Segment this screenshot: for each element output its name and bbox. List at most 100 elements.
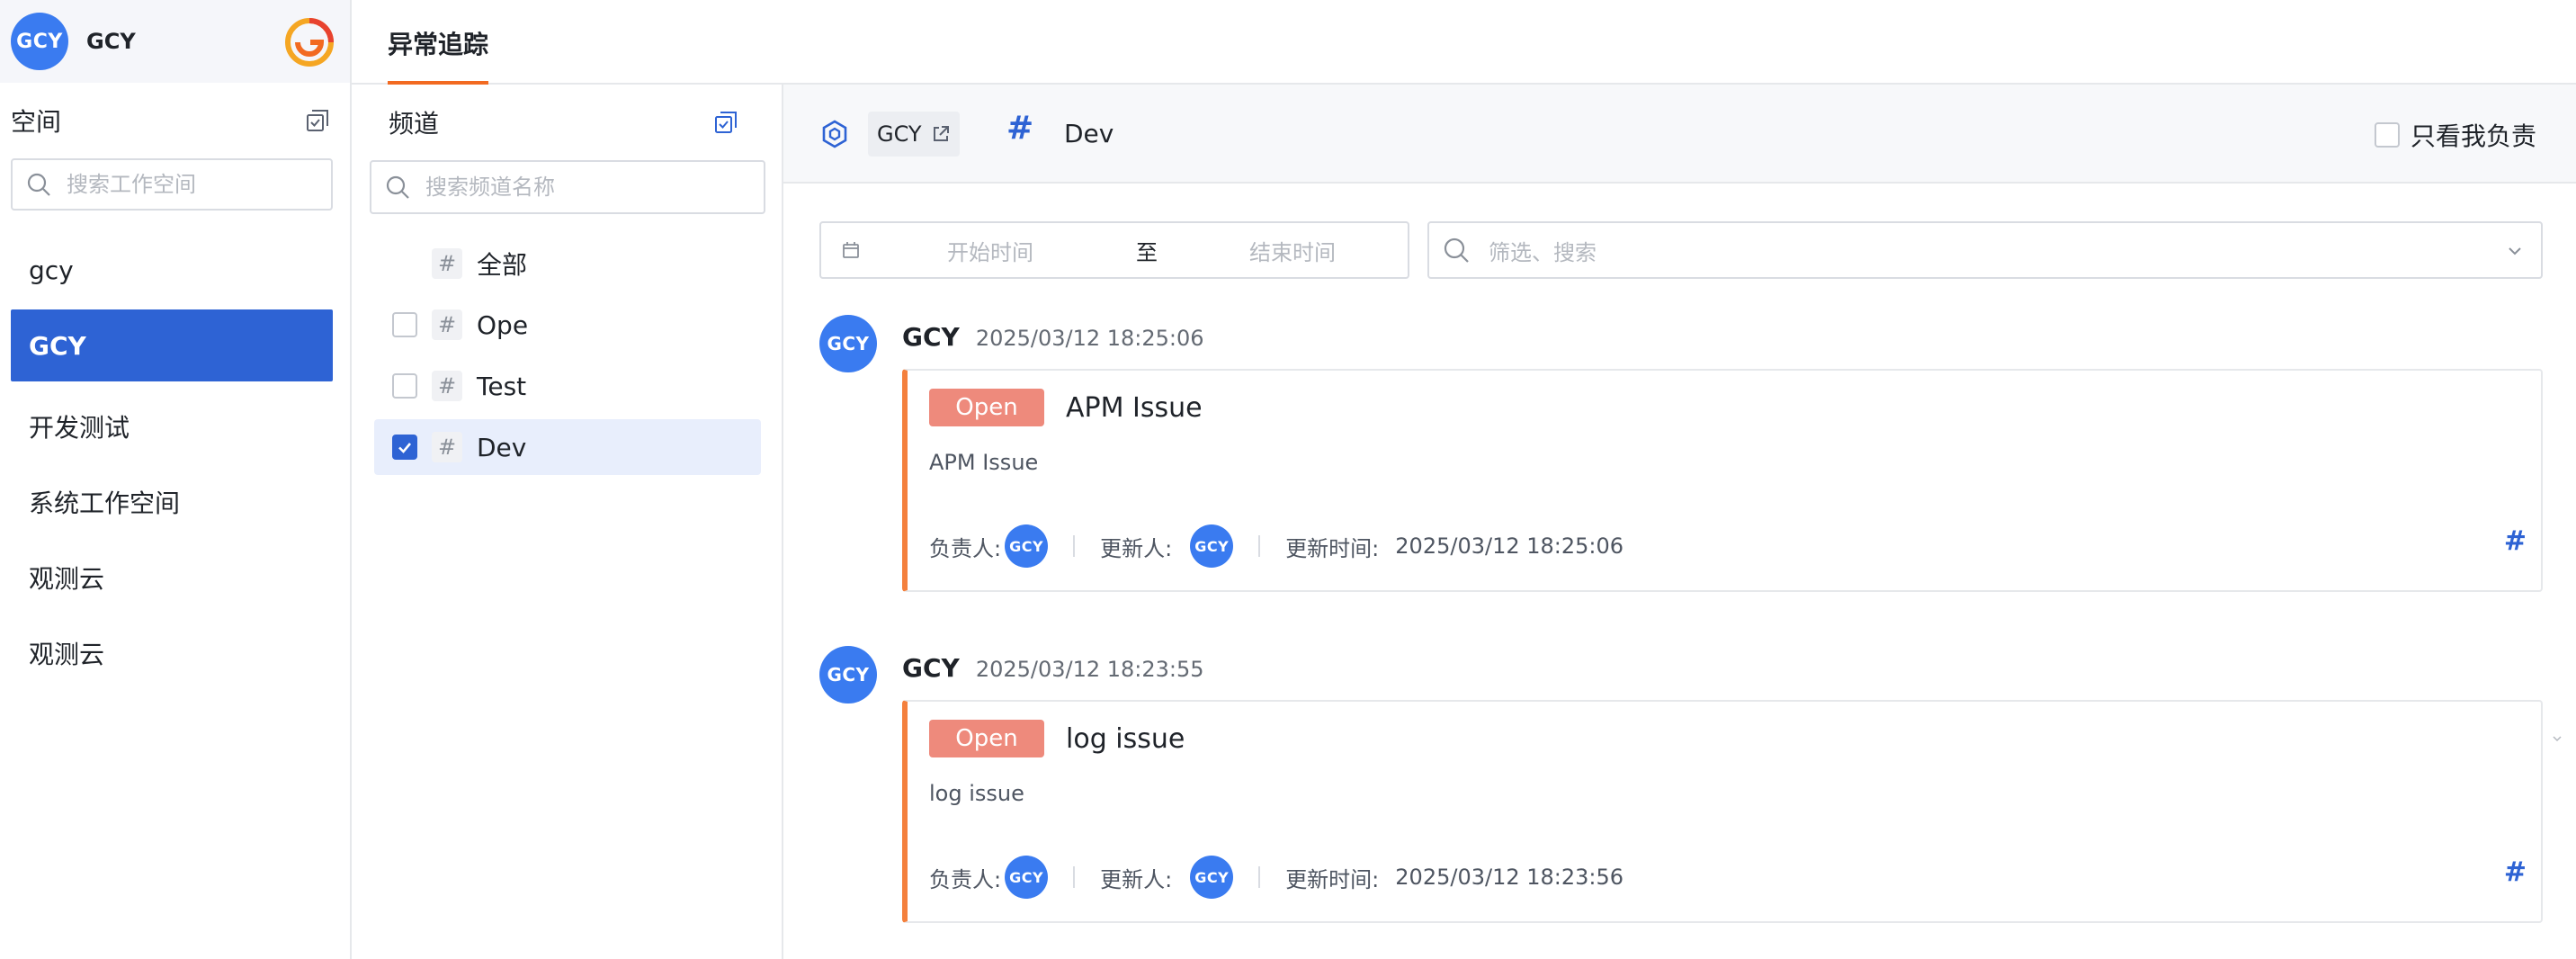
hash-icon: # [432,248,462,279]
space-section-header: 空间 [11,101,331,140]
workspace-link-chip[interactable]: GCY [868,112,960,157]
user-bar: GCY GCY [0,0,350,83]
channel-label: Test [477,371,527,401]
workspace-item[interactable]: 开发测试 [11,390,333,462]
issue-time: 2025/03/12 18:23:55 [975,657,1204,682]
channel-panel: 频道 # 全部 # Ope [352,85,783,959]
multi-select-icon[interactable] [712,109,739,136]
only-mine-toggle[interactable]: 只看我负责 [2374,117,2536,153]
issue-main-area: GCY # Dev 只看我负责 开始时间 至 结束时间 筛选、搜索 GCY GC… [783,85,2576,959]
filter-search-input[interactable]: 筛选、搜索 [1489,235,1597,266]
hash-icon: # [432,309,462,340]
channel-item-test[interactable]: # Test [374,358,761,414]
issue-card[interactable]: Open APM Issue APM Issue 负责人: GCY 更新人: G… [902,369,2543,592]
updated-time-value: 2025/03/12 18:25:06 [1395,533,1624,559]
author-avatar[interactable]: GCY [819,646,877,704]
app-root: GCY GCY 空间 gcy GCY [0,0,2576,959]
updater-avatar[interactable]: GCY [1190,524,1234,568]
workspace-search-box [11,158,333,211]
assignee-label: 负责人: [929,535,1002,561]
issue-description: APM Issue [929,450,1039,475]
search-icon [1444,238,1469,263]
channel-search-input[interactable] [425,175,764,200]
channel-label: 全部 [477,250,528,280]
check-icon [398,443,411,453]
updated-time-value: 2025/03/12 18:23:56 [1395,865,1624,890]
footer-divider [1258,535,1261,557]
date-end-input[interactable]: 结束时间 [1249,235,1336,266]
search-icon [27,173,50,196]
multi-select-icon[interactable] [304,107,331,134]
workspace-list: gcy GCY 开发测试 系统工作空间 观测云 观测云 [11,234,333,693]
issue-time: 2025/03/12 18:25:06 [975,326,1204,351]
search-icon [386,175,409,199]
channel-checkbox-checked[interactable] [392,435,417,460]
channel-hash-icon[interactable]: # [2504,856,2527,888]
space-section-title: 空间 [11,107,62,137]
issue-meta: GCY 2025/03/12 18:25:06 [902,322,1204,352]
channel-label: Ope [477,309,529,340]
user-avatar[interactable]: GCY [11,13,68,70]
only-mine-label: 只看我负责 [2410,121,2536,151]
workspace-chip-label: GCY [877,121,922,147]
author-avatar[interactable]: GCY [819,315,877,372]
channel-list: # 全部 # Ope # Test # Dev [374,236,761,480]
only-mine-checkbox[interactable] [2374,122,2400,148]
status-badge: Open [929,720,1044,757]
issue-author: GCY [902,322,960,352]
assignee-avatar[interactable]: GCY [1005,524,1049,568]
date-start-input[interactable]: 开始时间 [947,235,1109,266]
scroll-down-icon[interactable] [2551,732,2563,745]
channel-section-header: 频道 [389,103,739,142]
hash-icon: # [432,371,462,401]
channel-hash-icon[interactable]: # [2504,525,2527,557]
main-header: GCY # Dev 只看我负责 [783,85,2576,184]
current-channel-name: Dev [1064,119,1114,148]
status-badge: Open [929,389,1044,426]
assignee-label: 负责人: [929,866,1002,892]
issue-footer: 负责人: GCY 更新人: GCY 更新时间: 2025/03/12 18:23… [929,855,1623,900]
issue-title[interactable]: log issue [1066,723,1185,755]
tab-issue-tracking[interactable]: 异常追踪 [388,25,489,86]
channel-item-ope[interactable]: # Ope [374,297,761,353]
hash-icon: # [432,432,462,462]
calendar-icon [843,242,859,258]
top-tab-bar: 异常追踪 [352,0,2576,86]
workspace-item[interactable]: 系统工作空间 [11,466,333,538]
issue-title[interactable]: APM Issue [1066,392,1203,424]
workspace-hexagon-icon [822,120,847,148]
date-range-picker[interactable]: 开始时间 至 结束时间 [819,221,1409,279]
issue-author: GCY [902,653,960,683]
updated-time-label: 更新时间: [1285,866,1380,892]
channel-checkbox[interactable] [392,373,417,399]
issue-footer: 负责人: GCY 更新人: GCY 更新时间: 2025/03/12 18:25… [929,524,1623,569]
updater-label: 更新人: [1100,866,1173,892]
workspace-item[interactable]: 观测云 [11,617,333,689]
workspace-item[interactable]: 观测云 [11,542,333,614]
issue-card[interactable]: Open log issue log issue 负责人: GCY 更新人: G… [902,700,2543,923]
footer-divider [1258,866,1261,888]
workspace-item-active[interactable]: GCY [11,309,333,381]
workspace-search-input[interactable] [67,172,331,197]
filter-search-box[interactable]: 筛选、搜索 [1427,221,2543,279]
issue-description: log issue [929,781,1024,806]
footer-divider [1073,535,1076,557]
channel-item-dev[interactable]: # Dev [374,419,761,475]
updater-avatar[interactable]: GCY [1190,856,1234,899]
issue-meta: GCY 2025/03/12 18:23:55 [902,653,1204,683]
workspace-sidebar: GCY GCY 空间 gcy GCY [0,0,352,959]
workspace-item[interactable]: gcy [11,234,333,306]
user-name: GCY [86,29,136,54]
assignee-avatar[interactable]: GCY [1005,856,1049,899]
updated-time-label: 更新时间: [1285,535,1380,561]
channel-label: Dev [477,432,527,462]
footer-divider [1073,866,1076,888]
channel-section-title: 频道 [389,109,440,139]
channel-hash-icon: # [1006,110,1034,147]
chevron-down-icon[interactable] [2505,241,2525,261]
channel-checkbox[interactable] [392,312,417,337]
external-link-icon [933,126,949,141]
brand-logo-icon [285,18,334,67]
date-separator: 至 [1136,239,1158,265]
channel-item-all[interactable]: # 全部 [374,236,761,291]
